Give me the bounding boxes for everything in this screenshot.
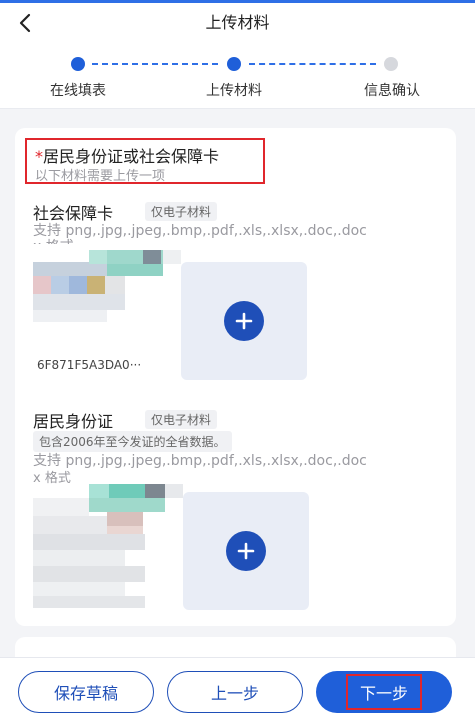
step-label-1: 在线填表 xyxy=(50,83,106,99)
next-step-label: 下一步 xyxy=(345,674,422,710)
step-connector-1 xyxy=(92,63,218,65)
requirement-title: *居民身份证或社会保障卡 xyxy=(35,147,220,166)
blurred-image xyxy=(33,250,181,322)
data-coverage-note: 包含2006年至今发证的全省数据。 xyxy=(33,431,232,452)
step-dot-1 xyxy=(71,57,85,71)
plus-icon xyxy=(235,312,253,330)
footer-action-bar: 保存草稿 上一步 下一步 xyxy=(0,657,475,725)
blurred-image xyxy=(33,484,183,608)
material-title-resident-id-card: 居民身份证 xyxy=(33,412,114,431)
page-title: 上传材料 xyxy=(205,13,270,32)
requirement-highlight: *居民身份证或社会保障卡 以下材料需要上传一项 xyxy=(25,138,265,184)
electronic-only-tag: 仅电子材料 xyxy=(145,202,218,221)
uploaded-file-name: 6F871F5A3DA0··· xyxy=(37,358,142,372)
save-draft-button[interactable]: 保存草稿 xyxy=(18,671,154,713)
step-connector-2 xyxy=(249,63,376,65)
step-dot-2 xyxy=(227,57,241,71)
next-step-button[interactable]: 下一步 xyxy=(316,671,452,713)
supported-formats-text: 支持 png,.jpg,.jpeg,.bmp,.pdf,.xls,.xlsx,.… xyxy=(33,223,367,239)
add-file-button[interactable] xyxy=(224,301,264,341)
step-label-3: 信息确认 xyxy=(364,83,420,99)
materials-card: *居民身份证或社会保障卡 以下材料需要上传一项 社会保障卡 仅电子材料 支持 p… xyxy=(15,128,456,626)
upload-area-social-security-card[interactable] xyxy=(181,262,307,380)
plus-icon xyxy=(237,542,255,560)
supported-formats-overflow: x 格式 xyxy=(33,236,74,244)
step-progress: 在线填表 上传材料 信息确认 xyxy=(0,43,475,109)
upload-area-resident-id-card[interactable] xyxy=(183,492,309,610)
requirement-subtitle: 以下材料需要上传一项 xyxy=(35,169,166,184)
back-button[interactable] xyxy=(10,7,40,39)
step-dot-3 xyxy=(384,57,398,71)
chevron-left-icon xyxy=(19,13,31,33)
header-bar: 上传材料 xyxy=(0,3,475,43)
supported-formats-text: 支持 png,.jpg,.jpeg,.bmp,.pdf,.xls,.xlsx,.… xyxy=(33,453,367,469)
add-file-button[interactable] xyxy=(226,531,266,571)
uploaded-image-thumbnail[interactable] xyxy=(33,484,183,608)
uploaded-image-thumbnail[interactable] xyxy=(33,250,181,322)
next-section-card xyxy=(15,637,456,657)
previous-step-button[interactable]: 上一步 xyxy=(167,671,303,713)
electronic-only-tag: 仅电子材料 xyxy=(145,410,218,429)
step-label-2: 上传材料 xyxy=(206,83,262,99)
